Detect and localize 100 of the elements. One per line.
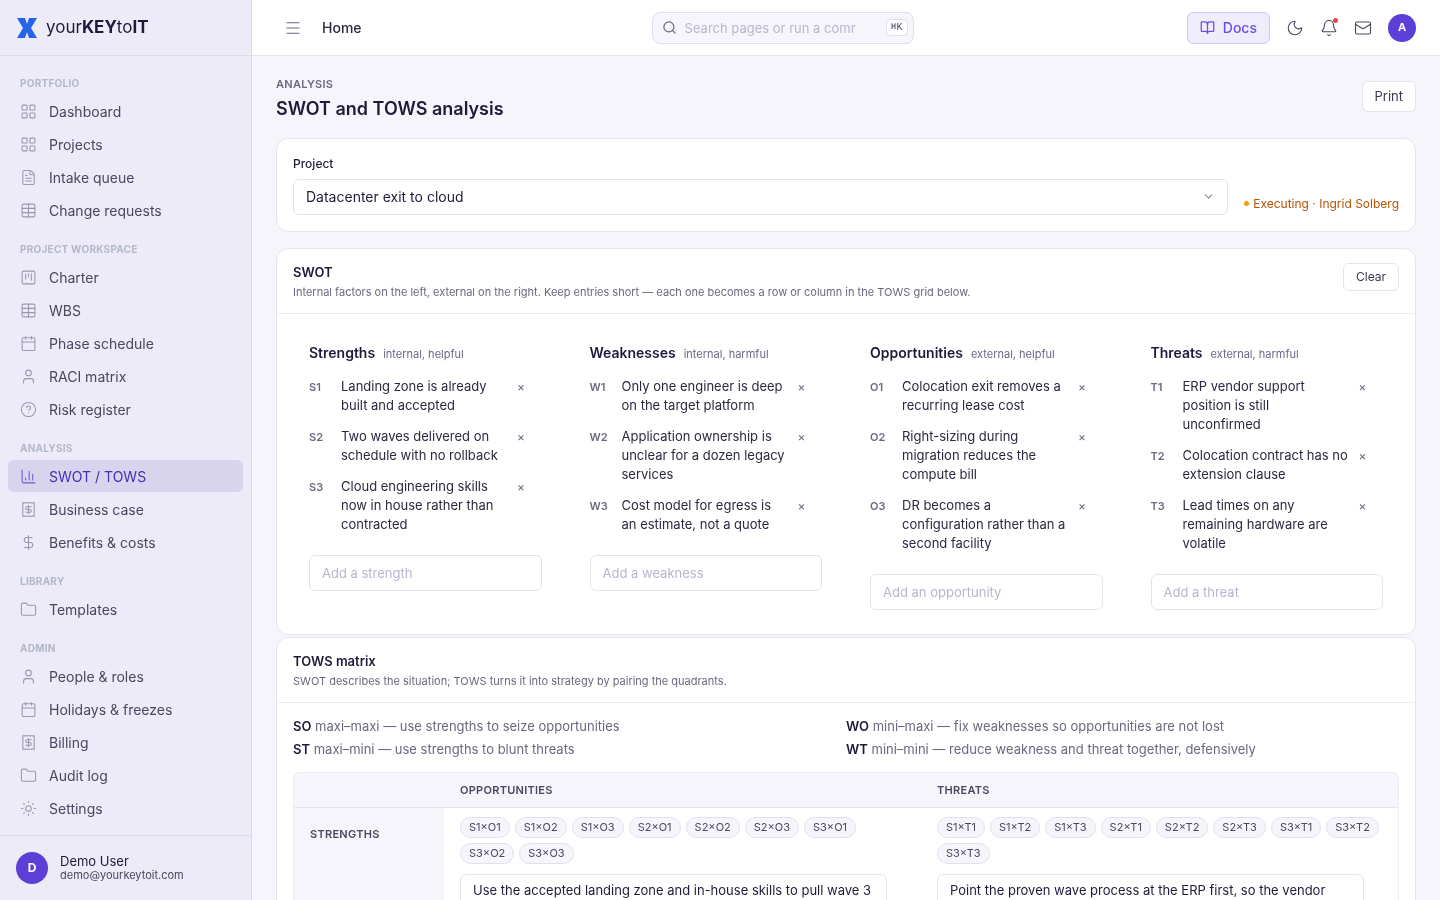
section-heading: ADMIN [19,641,57,656]
entry-code: O1 [870,378,885,395]
pair-chip[interactable]: S3×T3 [937,843,990,864]
nav-item[interactable]: RACI matrix [8,360,243,392]
pair-chip[interactable]: S2×T2 [1155,817,1209,838]
nav-item[interactable]: Templates [8,593,243,625]
pair-chip[interactable]: S2×O2 [685,817,740,838]
nav-item[interactable]: Benefits & costs [8,526,243,558]
nav-item[interactable]: Business case [8,493,243,525]
nav-item[interactable]: WBS [8,294,243,326]
pair-chip[interactable]: S2×T1 [1100,817,1151,838]
entry-input[interactable]: Add a weakness [589,554,822,591]
pair-chip[interactable]: S1×O3 [571,817,624,838]
pair-chip[interactable]: S1×O1 [460,817,510,838]
entry-text: Two waves delivered on schedule with no rollback [341,426,499,465]
remove-button[interactable]: × [1358,445,1371,465]
nav-item[interactable]: Audit log [8,759,243,791]
pair-chip[interactable]: S3×O2 [460,843,515,864]
section-description: SWOT describes the situation; TOWS turns it into strategy by pairing the quadrants. [293,673,728,690]
nav-item[interactable]: Charter [8,261,243,293]
remove-button[interactable]: × [797,376,810,396]
book-icon [1199,20,1215,35]
nav-item[interactable]: Settings [8,792,243,824]
remove-button[interactable]: × [797,495,810,515]
nav-item[interactable]: Phase schedule [8,327,243,359]
table-icon [20,201,37,219]
strategy-field[interactable]: Use the accepted landing zone and in-house skills to pull wave 3 [460,874,888,900]
entry-code: T2 [1150,447,1166,464]
nav-item[interactable]: Change requests [8,194,243,226]
remove-button[interactable]: × [797,426,810,446]
user-icon [20,367,37,385]
remove-button[interactable]: × [1078,426,1090,446]
remove-button[interactable]: × [517,476,529,496]
pair-chip[interactable]: S3×T2 [1326,817,1379,838]
pair-chip[interactable]: S3×T1 [1270,817,1322,838]
pair-chip[interactable]: S2×O1 [628,817,681,838]
settings-icon [20,799,37,817]
entry-text: Cost model for egress is an estimate, not a quote [621,495,773,534]
nav-item[interactable]: Risk register [8,393,243,425]
entry-code: W3 [589,497,609,514]
entry-code: W1 [589,378,607,395]
remove-button[interactable]: × [1358,376,1371,396]
pair-chip[interactable]: S1×T1 [937,817,985,838]
entry-input[interactable]: Add a strength [309,554,542,591]
section-heading: LIBRARY [19,574,66,589]
entry-text: DR becomes a configuration rather than a second facility [902,495,1067,553]
pair-chip[interactable]: S2×O3 [744,817,799,838]
project-select[interactable]: Datacenter exit to cloud [293,178,1229,215]
pair-chip[interactable]: S3×O3 [519,843,574,864]
nav-item[interactable]: Intake queue [8,161,243,193]
nav-item[interactable]: Holidays & freezes [8,693,243,725]
strategy-legend: WT mini–mini — reduce weakness and threat together, defensively [846,740,1399,760]
section-heading: PORTFOLIO [19,76,81,91]
account-avatar[interactable]: A [1388,13,1416,42]
user-avatar[interactable]: D [16,852,48,884]
pair-chip[interactable]: S2×T3 [1213,817,1266,838]
remove-button[interactable]: × [1078,376,1090,396]
folder-icon [20,600,37,618]
strategy-field[interactable]: Point the proven wave process at the ERP first, so the vendor [937,874,1365,900]
nav-item[interactable]: People & roles [8,660,243,692]
pair-chip[interactable]: S1×T3 [1045,817,1096,838]
entry-text: Application ownership is unclear for a dozen legacy services [621,426,786,484]
quadrant-title: Strengths [309,342,376,363]
section-title: SWOT [293,262,334,282]
remove-button[interactable]: × [1358,495,1371,515]
remove-button[interactable]: × [1078,495,1090,515]
remove-button[interactable]: × [517,426,529,446]
nav-item[interactable]: SWOT / TOWS [8,460,243,492]
docs-button[interactable]: Docs [1186,11,1270,44]
clear-button[interactable]: Clear [1342,262,1399,291]
pair-chip[interactable]: S1×T2 [990,817,1041,838]
receipt-icon [20,500,37,518]
entry-text: Only one engineer is deep on the target platform [621,376,784,415]
nav-item[interactable]: Projects [8,128,243,160]
row-header: STRENGTHS [309,826,381,843]
mail-icon[interactable] [1354,18,1372,37]
entry-input[interactable]: Add a threat [1150,573,1383,610]
moon-icon[interactable] [1286,18,1304,37]
dashboard-icon [20,102,37,120]
quadrant-title: Threats [1150,342,1203,363]
pair-chip[interactable]: S3×O1 [804,817,857,838]
page-eyebrow: ANALYSIS [276,76,335,93]
entry-code: S2 [309,428,324,445]
pair-chip[interactable]: S1×O2 [514,817,567,838]
search-icon [661,19,677,35]
remove-button[interactable]: × [517,376,529,396]
breadcrumb[interactable]: Home [322,17,362,38]
notifications-button[interactable] [1320,18,1338,37]
entry-code: O3 [870,497,887,514]
entry-text: ERP vendor support position is still unconfirmed [1182,376,1306,434]
print-button[interactable]: Print [1361,81,1416,112]
quadrant-title: Weaknesses [589,342,676,363]
column-header: OPPORTUNITIES [459,781,554,799]
strategy-legend: ST maxi–mini — use strengths to blunt threats [293,740,846,760]
nav-item[interactable]: Billing [8,726,243,758]
nav-item[interactable]: Dashboard [8,95,243,127]
quadrant-hint: external, harmful [1210,345,1299,362]
grid-icon [20,135,37,153]
entry-input[interactable]: Add an opportunity [870,573,1103,610]
user-icon [20,667,37,685]
